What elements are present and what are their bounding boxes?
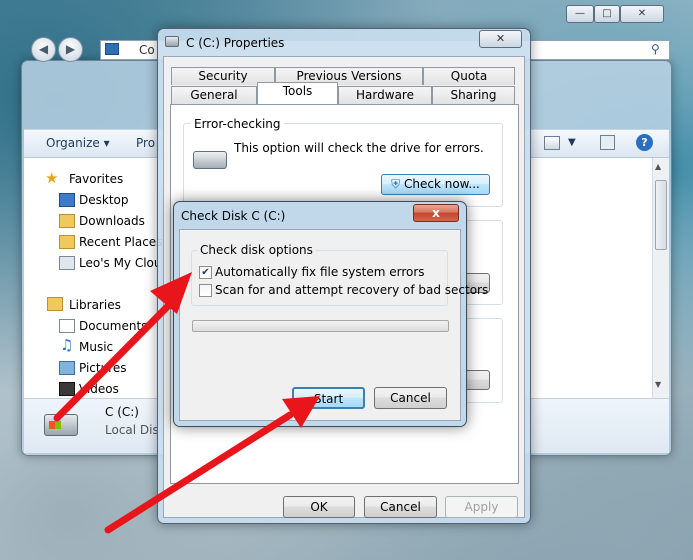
forward-button[interactable]: ▶ xyxy=(58,37,83,62)
tab-general[interactable]: General xyxy=(171,86,257,104)
scan-sectors-checkbox[interactable] xyxy=(199,284,212,297)
downloads-folder-icon xyxy=(59,214,75,228)
hard-drive-icon xyxy=(193,151,227,169)
cloud-folder-icon xyxy=(59,256,75,270)
maximize-button[interactable]: □ xyxy=(594,5,620,23)
scroll-down-icon[interactable]: ▼ xyxy=(655,380,661,389)
close-icon: x xyxy=(432,206,440,220)
address-text: Co xyxy=(139,43,155,57)
libraries-icon xyxy=(47,297,63,311)
back-arrow-icon: ◀ xyxy=(38,42,49,56)
desktop-icon xyxy=(59,193,75,207)
minimize-button[interactable]: — xyxy=(566,5,594,23)
tab-sharing[interactable]: Sharing xyxy=(432,86,515,104)
checkmark-icon: ✔ xyxy=(201,267,210,278)
computer-icon xyxy=(105,43,119,55)
explorer-scrollbar[interactable]: ▲ ▼ xyxy=(652,158,669,398)
nav-recent-places[interactable]: Recent Places xyxy=(79,235,162,249)
nav-documents[interactable]: Documents xyxy=(79,319,147,333)
tab-hardware[interactable]: Hardware xyxy=(338,86,432,104)
start-button[interactable]: Start xyxy=(292,387,365,409)
auto-fix-checkbox[interactable]: ✔ xyxy=(199,266,212,279)
error-checking-description: This option will check the drive for err… xyxy=(234,141,484,155)
check-disk-title: Check Disk C (C:) xyxy=(181,209,286,223)
properties-close-button[interactable]: ✕ xyxy=(479,30,522,48)
drive-name: C (C:) xyxy=(105,405,139,419)
search-icon[interactable]: ⚲ xyxy=(651,42,660,56)
nav-favorites[interactable]: Favorites xyxy=(69,172,123,186)
ok-button[interactable]: OK xyxy=(283,496,355,518)
explorer-close-button[interactable]: ✕ xyxy=(620,5,664,23)
scroll-thumb[interactable] xyxy=(655,180,667,250)
nav-downloads[interactable]: Downloads xyxy=(79,214,145,228)
toolbar-item-partial[interactable]: Pro xyxy=(136,136,155,150)
pictures-icon xyxy=(59,361,75,375)
chevron-down-icon[interactable]: ▼ xyxy=(568,137,576,148)
hard-drive-icon xyxy=(44,414,78,436)
properties-title: C (C:) Properties xyxy=(186,36,285,50)
check-now-button[interactable]: ⛨ Check now... xyxy=(381,174,490,195)
nav-desktop[interactable]: Desktop xyxy=(79,193,129,207)
tab-tools[interactable]: Tools xyxy=(257,82,338,104)
view-options-icon[interactable] xyxy=(544,136,560,150)
nav-music[interactable]: Music xyxy=(79,340,113,354)
nav-cloud[interactable]: Leo's My Clouc xyxy=(79,256,159,270)
check-disk-progress-bar xyxy=(192,320,449,332)
nav-libraries[interactable]: Libraries xyxy=(69,298,121,312)
tab-quota[interactable]: Quota xyxy=(423,67,515,85)
error-checking-heading: Error-checking xyxy=(191,117,284,131)
drive-title-icon xyxy=(165,36,179,47)
back-button[interactable]: ◀ xyxy=(31,37,56,62)
check-disk-close-button[interactable]: x xyxy=(413,204,459,222)
drive-type: Local Disk xyxy=(105,423,157,437)
apply-button[interactable]: Apply xyxy=(445,496,518,518)
close-icon: ✕ xyxy=(495,32,506,45)
recent-places-icon xyxy=(59,235,75,249)
check-disk-options-label: Check disk options xyxy=(197,243,316,257)
windows-logo-icon xyxy=(49,421,61,429)
star-icon: ★ xyxy=(45,169,59,187)
check-disk-cancel-button[interactable]: Cancel xyxy=(374,387,447,409)
documents-icon xyxy=(59,319,75,333)
nav-pictures[interactable]: Pictures xyxy=(79,361,127,375)
nav-videos[interactable]: Videos xyxy=(79,382,119,396)
videos-icon xyxy=(59,382,75,396)
music-note-icon: ♫ xyxy=(60,336,74,354)
shield-icon: ⛨ xyxy=(391,177,401,191)
scan-sectors-label[interactable]: Scan for and attempt recovery of bad sec… xyxy=(215,283,488,297)
help-icon[interactable]: ? xyxy=(636,134,653,151)
cancel-button[interactable]: Cancel xyxy=(364,496,437,518)
scroll-up-icon[interactable]: ▲ xyxy=(655,162,661,171)
forward-arrow-icon: ▶ xyxy=(65,42,76,56)
auto-fix-label[interactable]: Automatically fix file system errors xyxy=(215,265,425,279)
preview-pane-icon[interactable] xyxy=(600,135,615,150)
organize-button[interactable]: Organize ▾ xyxy=(46,136,110,150)
